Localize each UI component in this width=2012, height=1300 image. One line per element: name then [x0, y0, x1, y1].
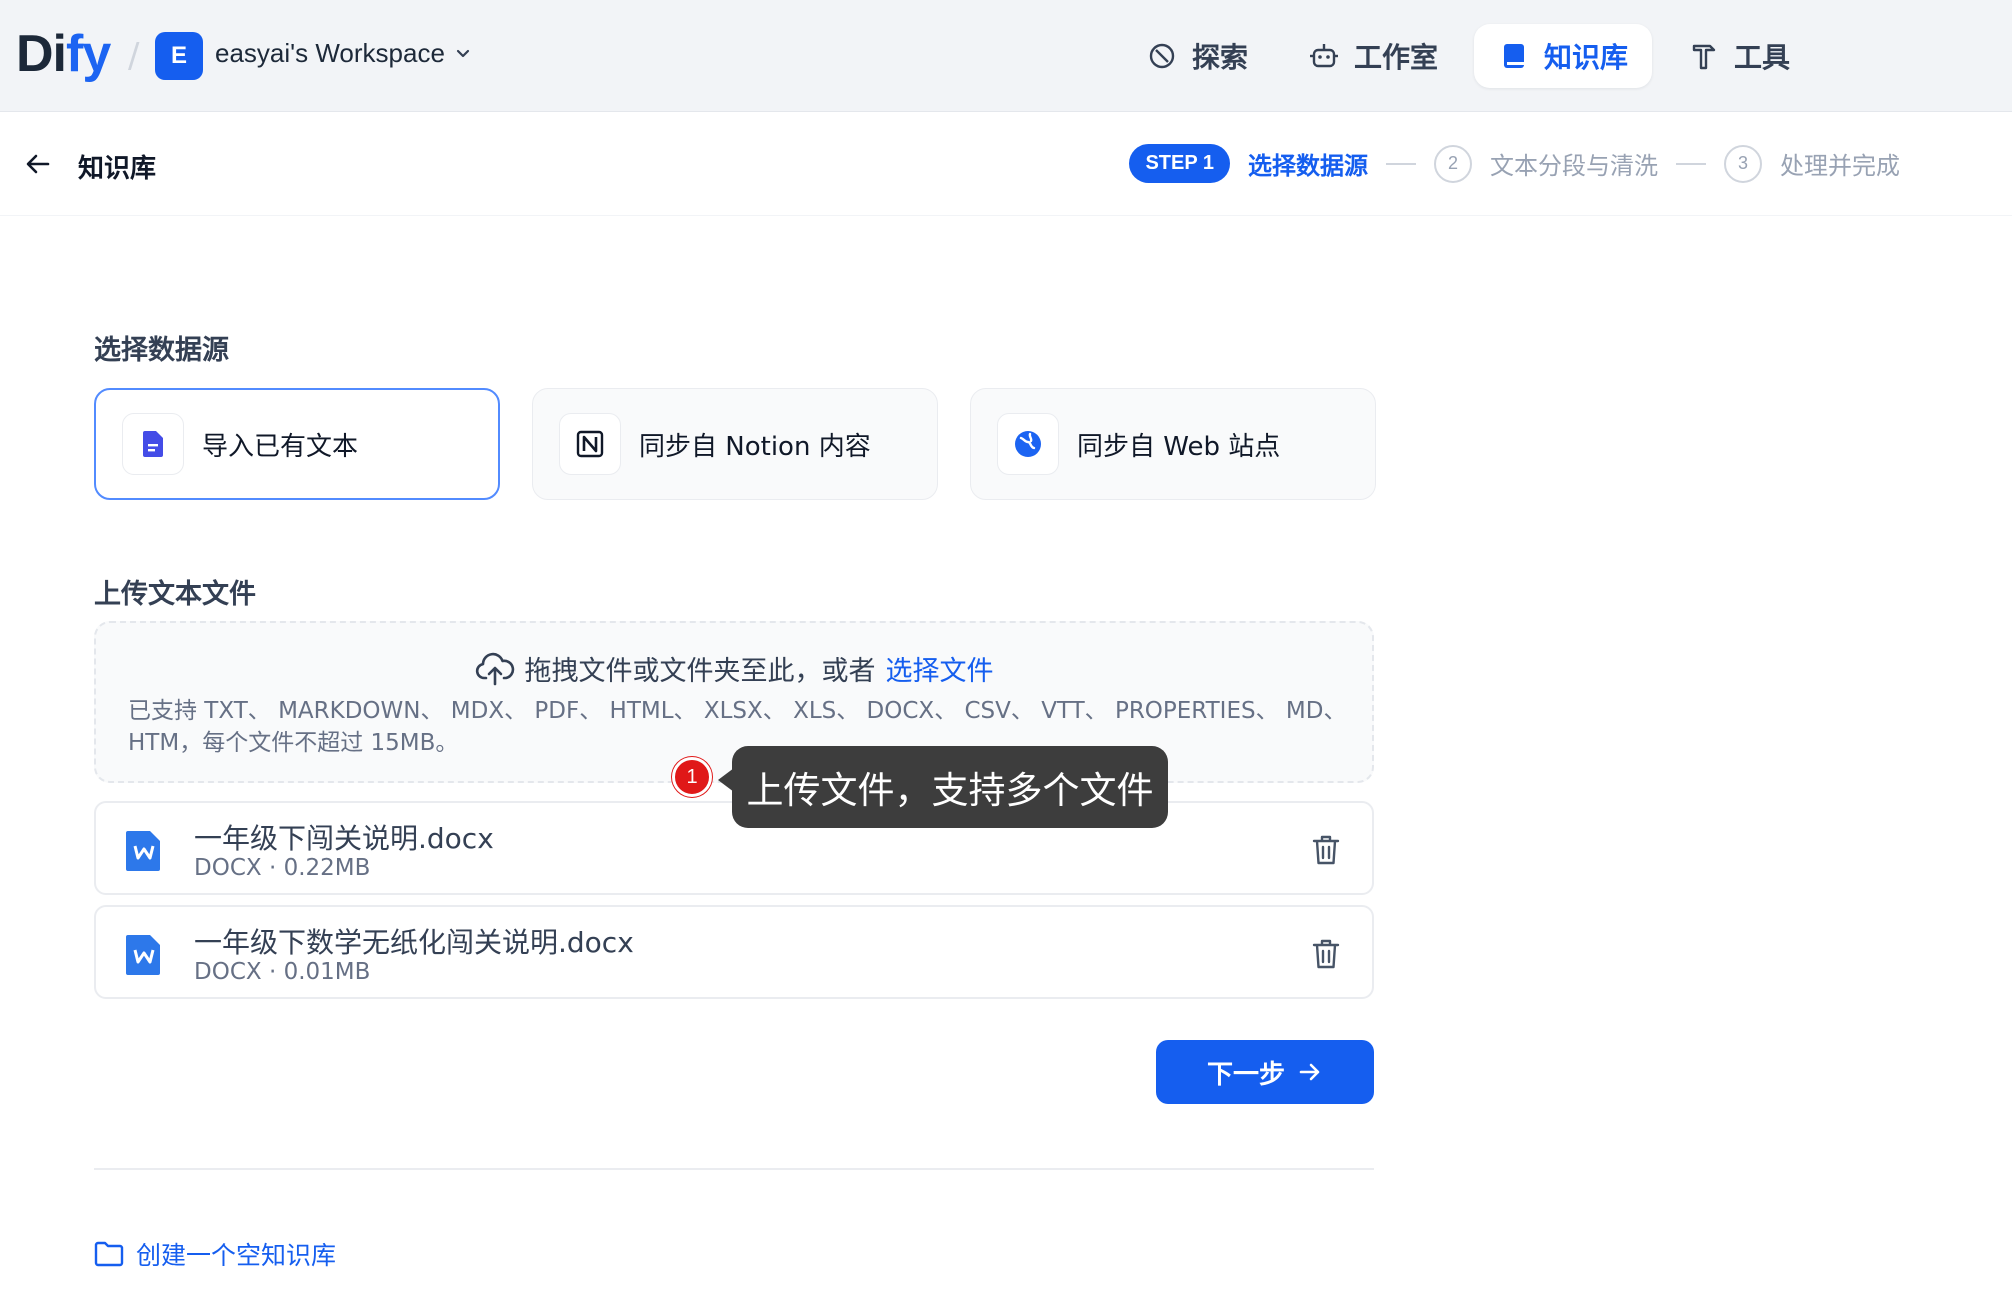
folder-icon [94, 1241, 124, 1267]
step-indicator: STEP 1 选择数据源 2 文本分段与清洗 3 处理并完成 [1129, 144, 1900, 183]
dropzone-prompt: 拖拽文件或文件夹至此，或者 [524, 656, 876, 687]
upload-section-title: 上传文本文件 [94, 579, 256, 610]
step-connector [1386, 162, 1416, 165]
robot-icon [1310, 44, 1339, 68]
step-2-label: 文本分段与清洗 [1490, 152, 1658, 180]
datasource-section-title: 选择数据源 [94, 335, 229, 366]
next-step-button[interactable]: 下一步 [1156, 1040, 1374, 1104]
breadcrumb-separator: / [128, 36, 140, 76]
src-icon-box [122, 413, 184, 475]
section-divider [94, 1168, 1374, 1170]
file-meta: DOCX · 0.01MB [194, 959, 371, 985]
nav-explore-label: 探索 [1192, 41, 1249, 74]
nav-explore[interactable]: 探索 [1122, 24, 1272, 88]
chevron-down-icon [456, 49, 470, 57]
word-file-icon [126, 831, 160, 871]
step-1-label: 选择数据源 [1248, 152, 1368, 180]
src-icon-box [997, 413, 1059, 475]
create-empty-knowledge-link[interactable]: 创建一个空知识库 [94, 1236, 336, 1272]
source-option-notion[interactable]: 同步自 Notion 内容 [532, 388, 938, 500]
annotation-badge: 1 [672, 757, 712, 797]
book-icon [1504, 44, 1525, 68]
nav-studio-label: 工作室 [1354, 41, 1439, 74]
notion-icon [576, 430, 604, 458]
annotation-tooltip: 上传文件，支持多个文件 [718, 746, 1168, 828]
word-file-icon [126, 935, 160, 975]
file-list-item: 一年级下数学无纸化闯关说明.docx DOCX · 0.01MB [94, 905, 1374, 999]
nav-studio[interactable]: 工作室 [1284, 24, 1462, 88]
source-option-import-text[interactable]: 导入已有文本 [94, 388, 500, 500]
workspace-avatar[interactable]: E [155, 32, 203, 80]
file-meta: DOCX · 0.22MB [194, 855, 371, 881]
workspace-name: easyai's Workspace [215, 38, 445, 68]
nav-knowledge-label: 知识库 [1544, 41, 1629, 74]
source-option-web[interactable]: 同步自 Web 站点 [970, 388, 1376, 500]
dropzone-prompt-row: 拖拽文件或文件夹至此，或者 选择文件 [96, 649, 1372, 688]
arrow-right-icon [1299, 1063, 1320, 1081]
next-step-label: 下一步 [1206, 1059, 1285, 1090]
step-3-number: 3 [1724, 144, 1762, 183]
workspace-switcher[interactable]: easyai's Workspace [215, 38, 473, 69]
step-connector [1676, 162, 1706, 165]
globe-icon [1015, 431, 1041, 457]
create-empty-label: 创建一个空知识库 [136, 1241, 337, 1270]
main-nav: 探索 工作室 知识库 工具 [1122, 24, 1814, 88]
hammer-icon [1692, 44, 1716, 70]
src-icon-box [559, 413, 621, 475]
top-navigation-bar: Dify / E easyai's Workspace 探索 工作室 知识库 工… [0, 0, 2012, 112]
file-name: 一年级下数学无纸化闯关说明.docx [194, 926, 634, 959]
page-subheader: 知识库 STEP 1 选择数据源 2 文本分段与清洗 3 处理并完成 [0, 112, 2012, 216]
nav-tools-label: 工具 [1734, 41, 1791, 74]
trash-icon[interactable] [1310, 937, 1342, 971]
step-2-number: 2 [1434, 144, 1472, 183]
page-title: 知识库 [78, 154, 157, 184]
source-option-label: 同步自 Notion 内容 [639, 431, 871, 462]
trash-icon[interactable] [1310, 833, 1342, 867]
arrow-left-icon[interactable] [22, 148, 54, 180]
select-file-link[interactable]: 选择文件 [886, 649, 994, 688]
nav-tools[interactable]: 工具 [1664, 24, 1814, 88]
source-option-label: 同步自 Web 站点 [1077, 431, 1281, 462]
source-option-label: 导入已有文本 [202, 431, 359, 462]
document-icon [143, 431, 163, 457]
cloud-upload-icon [475, 652, 514, 685]
step-3-label: 处理并完成 [1780, 152, 1900, 180]
file-name: 一年级下闯关说明.docx [194, 822, 494, 855]
dify-logo[interactable]: Dify [16, 24, 111, 84]
step-1-pill: STEP 1 [1129, 144, 1230, 183]
nav-knowledge[interactable]: 知识库 [1474, 24, 1653, 88]
compass-icon [1149, 43, 1175, 69]
